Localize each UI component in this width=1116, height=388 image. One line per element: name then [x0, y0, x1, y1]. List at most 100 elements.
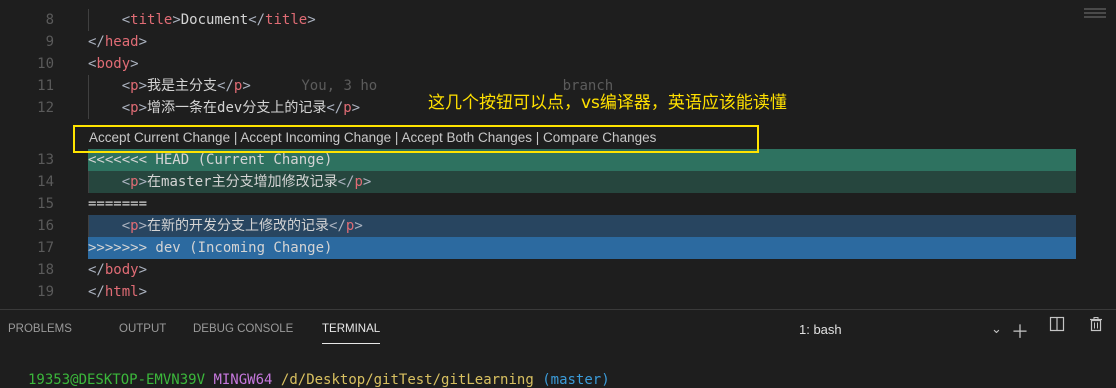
- line-number: 12: [37, 100, 54, 116]
- code-line[interactable]: 15 =======: [0, 193, 1116, 215]
- code-token: >: [362, 174, 372, 190]
- code-token: p: [130, 174, 139, 190]
- chevron-down-icon: ⌄: [991, 321, 1002, 336]
- line-number: 14: [37, 174, 54, 190]
- code-token: >: [242, 78, 251, 94]
- trash-icon[interactable]: [1088, 316, 1104, 337]
- code-token: <: [121, 78, 131, 94]
- code-token: head: [104, 34, 139, 50]
- tab-terminal[interactable]: TERMINAL: [322, 323, 381, 344]
- code-token: title: [130, 12, 173, 28]
- split-icon[interactable]: [1049, 316, 1065, 337]
- code-token: >: [354, 218, 363, 234]
- code-token: =======: [88, 196, 148, 212]
- bottom-panel: PROBLEMS OUTPUT DEBUG CONSOLE TERMINAL 1…: [0, 309, 1116, 388]
- line-number: 11: [37, 78, 54, 94]
- code-token: <: [121, 100, 131, 116]
- code-token: p: [130, 78, 139, 94]
- indent-guide: [88, 9, 89, 31]
- code-token: >: [138, 78, 148, 94]
- code-line[interactable]: 14 <p>在master主分支增加修改记录</p>: [0, 171, 1116, 193]
- code-editor[interactable]: 8 <title>Document</title> 9 </head> 10 <body…: [0, 0, 1116, 309]
- code-token: 我是主分支: [147, 78, 218, 94]
- indent-guide: [88, 215, 89, 237]
- line-number: 18: [37, 262, 54, 278]
- code-token: >: [351, 100, 361, 116]
- code-token: >: [138, 262, 148, 278]
- terminal-select[interactable]: 1: bash ⌄: [795, 319, 1011, 341]
- code-token: html: [104, 284, 139, 300]
- code-token: <<<<<<< HEAD (Current Change): [88, 152, 333, 168]
- tab-output[interactable]: OUTPUT: [119, 323, 166, 335]
- code-token: </: [88, 284, 105, 300]
- code-token: </: [217, 78, 234, 94]
- code-token: </: [88, 262, 105, 278]
- code-text: >>>>>>> dev (Incoming Change): [88, 237, 332, 259]
- code-line[interactable]: 19 </html>: [0, 281, 1116, 303]
- code-text: </body>: [88, 259, 147, 281]
- code-token: >: [138, 218, 148, 234]
- tab-debug-console[interactable]: DEBUG CONSOLE: [193, 323, 293, 335]
- code-text: <p>在新的开发分支上修改的记录</p>: [88, 215, 363, 237]
- line-number: 13: [37, 152, 54, 168]
- code-text: </html>: [88, 281, 147, 303]
- code-text: <title>Document</title>: [88, 9, 316, 31]
- code-line[interactable]: 17 >>>>>>> dev (Incoming Change): [0, 237, 1116, 259]
- prompt-branch: (master): [542, 372, 610, 388]
- code-token: title: [265, 12, 308, 28]
- code-token: Document: [180, 12, 249, 28]
- code-token: </: [326, 100, 344, 116]
- code-token: 增添一条在dev分支上的记录: [147, 100, 327, 116]
- code-line[interactable]: 9 </head>: [0, 31, 1116, 53]
- code-token: p: [130, 100, 139, 116]
- code-token: p: [343, 100, 352, 116]
- code-line[interactable]: 16 <p>在新的开发分支上修改的记录</p>: [0, 215, 1116, 237]
- merge-codelens-actions[interactable]: Accept Current Change | Accept Incoming …: [89, 130, 656, 145]
- line-number: 15: [37, 196, 54, 212]
- annotation-text: 这几个按钮可以点，vs编译器，英语应该能读懂: [428, 93, 787, 113]
- code-token: body: [104, 262, 139, 278]
- code-token: <: [121, 12, 131, 28]
- code-token: >: [138, 100, 148, 116]
- terminal-prompt[interactable]: 19353@DESKTOP-EMVN39V MINGW64 /d/Desktop…: [28, 372, 610, 388]
- tab-problems[interactable]: PROBLEMS: [8, 323, 72, 335]
- code-token: >: [172, 12, 181, 28]
- code-text: <p>在master主分支增加修改记录</p>: [88, 171, 372, 193]
- prompt-env: MINGW64: [213, 372, 273, 388]
- code-token: 在master主分支增加修改记录: [147, 174, 338, 190]
- code-token: </: [329, 218, 346, 234]
- code-line[interactable]: 8 <title>Document</title>: [0, 9, 1116, 31]
- code-token: p: [354, 174, 363, 190]
- code-token: 在新的开发分支上修改的记录: [147, 218, 330, 234]
- code-token: >>>>>>> dev (Incoming Change): [88, 240, 333, 256]
- code-token: <: [121, 174, 131, 190]
- code-token: >: [130, 56, 139, 72]
- line-number: 17: [37, 240, 54, 256]
- code-token: </: [88, 34, 105, 50]
- code-line[interactable]: 18 </body>: [0, 259, 1116, 281]
- code-line[interactable]: 10 <body>: [0, 53, 1116, 75]
- code-token: </: [337, 174, 355, 190]
- terminal-select-value: 1: bash: [799, 322, 842, 337]
- line-number: 16: [37, 218, 54, 234]
- line-number: 19: [37, 284, 54, 300]
- code-token: >: [307, 12, 316, 28]
- minimap[interactable]: [1084, 8, 1106, 20]
- line-number: 10: [37, 56, 54, 72]
- line-number: 8: [45, 12, 54, 28]
- indent-guide: [88, 171, 89, 193]
- code-text: =======: [88, 193, 147, 215]
- plus-icon[interactable]: ＋: [1011, 318, 1029, 344]
- code-token: >: [138, 34, 148, 50]
- code-text: </head>: [88, 31, 147, 53]
- prompt-path: /d/Desktop/gitTest/gitLearning: [280, 372, 534, 388]
- line-number: 9: [45, 34, 54, 50]
- code-token: >: [138, 174, 148, 190]
- indent-guide: [88, 97, 89, 119]
- code-text: <p>增添一条在dev分支上的记录</p>: [88, 97, 360, 119]
